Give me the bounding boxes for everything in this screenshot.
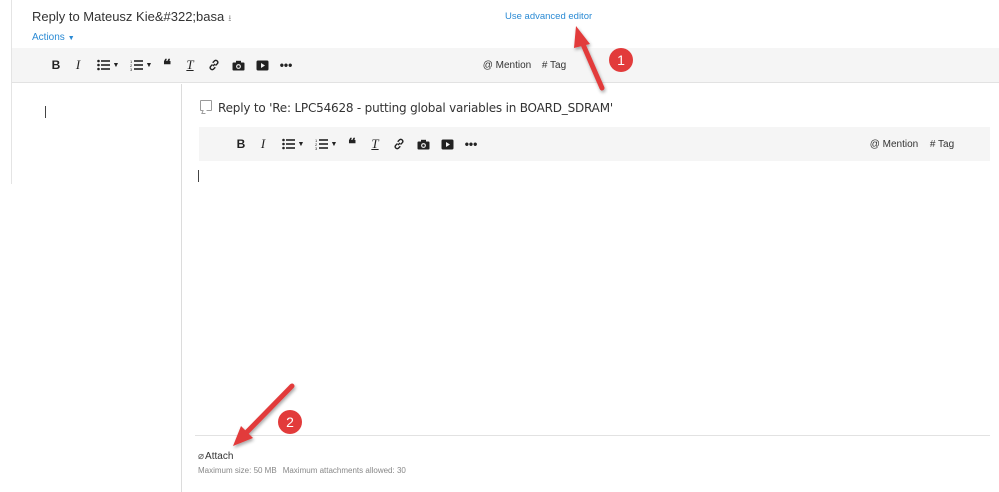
annotation-badge-1: 1	[609, 48, 633, 72]
annotation-arrow-1	[574, 26, 605, 91]
annotation-badge-2: 2	[278, 410, 302, 434]
annotation-arrows	[233, 26, 605, 446]
